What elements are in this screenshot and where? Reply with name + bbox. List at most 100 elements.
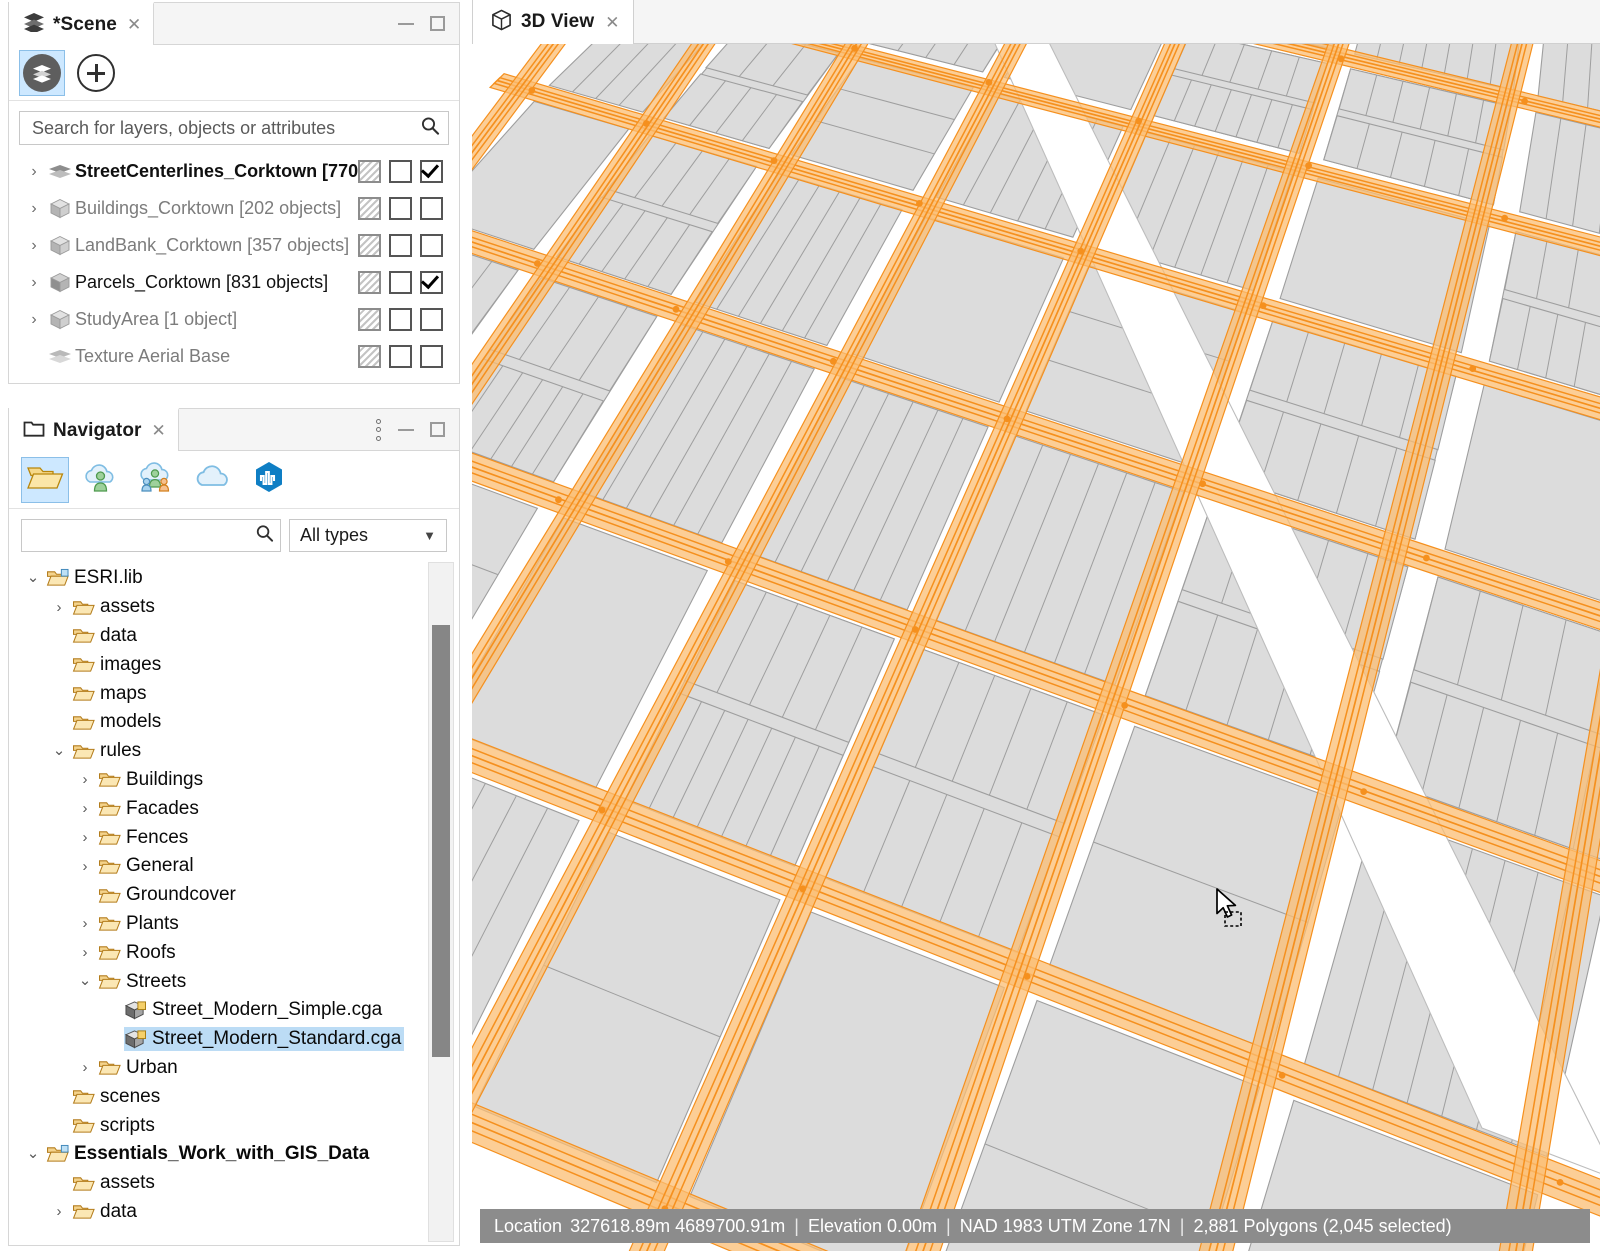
street-node[interactable] <box>1501 215 1508 222</box>
visibility-checkbox[interactable] <box>420 234 443 257</box>
texture-swatch[interactable] <box>358 234 381 257</box>
tab-scene[interactable]: *Scene ✕ <box>9 2 154 45</box>
tree-item[interactable]: › Facades <box>10 794 426 823</box>
texture-swatch[interactable] <box>358 345 381 368</box>
navigator-scrollbar[interactable] <box>428 562 454 1242</box>
chevron-right-icon[interactable]: › <box>72 771 98 788</box>
navigator-search-box[interactable] <box>21 519 281 552</box>
texture-swatch[interactable] <box>358 160 381 183</box>
tree-item[interactable]: images <box>10 650 426 679</box>
street-node[interactable] <box>1360 788 1367 795</box>
street-node[interactable] <box>1077 248 1084 255</box>
close-icon[interactable]: ✕ <box>605 14 619 31</box>
chevron-down-icon[interactable]: ⌄ <box>20 1150 46 1158</box>
street-node[interactable] <box>1024 973 1031 980</box>
visibility-checkbox[interactable] <box>420 271 443 294</box>
public-content-button[interactable] <box>189 457 237 503</box>
street-node[interactable] <box>830 358 837 365</box>
street-node[interactable] <box>529 87 536 94</box>
street-node[interactable] <box>771 157 778 164</box>
visibility-checkbox[interactable] <box>420 197 443 220</box>
street-node[interactable] <box>1279 1072 1286 1079</box>
tree-item[interactable]: › Fences <box>10 823 426 852</box>
layer-row[interactable]: › Parcels_Corktown [831 objects] <box>9 264 459 301</box>
layers-button[interactable] <box>19 50 65 96</box>
chevron-right-icon[interactable]: › <box>23 274 45 292</box>
my-content-button[interactable] <box>77 457 125 503</box>
tab-navigator[interactable]: Navigator ✕ <box>9 408 179 451</box>
chevron-down-icon[interactable]: ⌄ <box>72 977 98 985</box>
chevron-right-icon[interactable]: › <box>23 237 45 255</box>
chevron-right-icon[interactable]: › <box>72 944 98 961</box>
layer-row[interactable]: Texture Aerial Base <box>9 338 459 375</box>
chevron-right-icon[interactable]: › <box>46 1203 72 1220</box>
lock-checkbox[interactable] <box>389 308 412 331</box>
tree-item[interactable]: models <box>10 708 426 737</box>
chevron-right-icon[interactable]: › <box>72 858 98 875</box>
street-node[interactable] <box>851 45 858 52</box>
tab-3d-view[interactable]: 3D View ✕ <box>472 0 634 45</box>
tree-item[interactable]: maps <box>10 679 426 708</box>
tree-item[interactable]: › General <box>10 852 426 881</box>
chevron-down-icon[interactable]: ⌄ <box>46 747 72 755</box>
street-node[interactable] <box>1260 302 1267 309</box>
chevron-right-icon[interactable]: › <box>23 311 45 329</box>
navigator-search-input[interactable] <box>30 525 255 547</box>
viewport-canvas[interactable] <box>472 44 1600 1251</box>
tree-item[interactable]: scenes <box>10 1082 426 1111</box>
maximize-icon[interactable] <box>430 422 445 437</box>
street-node[interactable] <box>986 79 993 86</box>
street-node[interactable] <box>534 260 541 267</box>
street-node[interactable] <box>599 807 606 814</box>
street-node[interactable] <box>1135 118 1142 125</box>
chevron-right-icon[interactable]: › <box>72 800 98 817</box>
scene-geometry[interactable] <box>472 44 1600 1251</box>
chevron-right-icon[interactable]: › <box>46 599 72 616</box>
tree-item[interactable]: › assets <box>10 593 426 622</box>
street-node[interactable] <box>1121 702 1128 709</box>
tree-item[interactable]: › Plants <box>10 910 426 939</box>
chevron-right-icon[interactable]: › <box>72 829 98 846</box>
street-node[interactable] <box>1469 365 1476 372</box>
scrollbar-thumb[interactable] <box>432 625 450 1057</box>
texture-swatch[interactable] <box>358 197 381 220</box>
tree-item[interactable]: › Buildings <box>10 766 426 795</box>
tree-item[interactable]: Street_Modern_Standard.cga <box>10 1025 426 1054</box>
layer-row[interactable]: › StudyArea [1 object] <box>9 301 459 338</box>
tree-item[interactable]: Groundcover <box>10 881 426 910</box>
shared-content-button[interactable] <box>133 457 181 503</box>
texture-swatch[interactable] <box>358 271 381 294</box>
layer-row[interactable]: › LandBank_Corktown [357 objects] <box>9 227 459 264</box>
close-icon[interactable]: ✕ <box>152 422 166 439</box>
tree-item[interactable]: scripts <box>10 1111 426 1140</box>
chevron-right-icon[interactable]: › <box>23 200 45 218</box>
chevron-down-icon[interactable]: ⌄ <box>20 574 46 582</box>
street-node[interactable] <box>1557 1179 1564 1186</box>
lock-checkbox[interactable] <box>389 345 412 368</box>
street-node[interactable] <box>799 886 806 893</box>
living-atlas-button[interactable] <box>245 457 293 503</box>
street-node[interactable] <box>555 496 562 503</box>
close-icon[interactable]: ✕ <box>127 16 141 33</box>
lock-checkbox[interactable] <box>389 160 412 183</box>
street-node[interactable] <box>916 200 923 207</box>
add-layer-button[interactable] <box>73 50 119 96</box>
maximize-icon[interactable] <box>430 16 445 31</box>
tree-item[interactable]: ⌄ Streets <box>10 967 426 996</box>
street-node[interactable] <box>1338 55 1345 62</box>
chevron-down-icon[interactable]: ▼ <box>423 528 436 543</box>
tree-item[interactable]: Street_Modern_Simple.cga <box>10 996 426 1025</box>
layer-row[interactable]: › Buildings_Corktown [202 objects] <box>9 190 459 227</box>
chevron-right-icon[interactable]: › <box>72 915 98 932</box>
minimize-icon[interactable] <box>398 23 414 25</box>
tree-item[interactable]: › Roofs <box>10 938 426 967</box>
texture-swatch[interactable] <box>358 308 381 331</box>
street-node[interactable] <box>725 558 732 565</box>
visibility-checkbox[interactable] <box>420 345 443 368</box>
street-node[interactable] <box>912 626 919 633</box>
chevron-right-icon[interactable]: › <box>72 1059 98 1076</box>
lock-checkbox[interactable] <box>389 234 412 257</box>
layer-row[interactable]: › StreetCenterlines_Corktown [770 <box>9 153 459 190</box>
tree-item[interactable]: ⌄ ESRI.lib <box>10 564 426 593</box>
scene-search-box[interactable] <box>19 111 449 145</box>
